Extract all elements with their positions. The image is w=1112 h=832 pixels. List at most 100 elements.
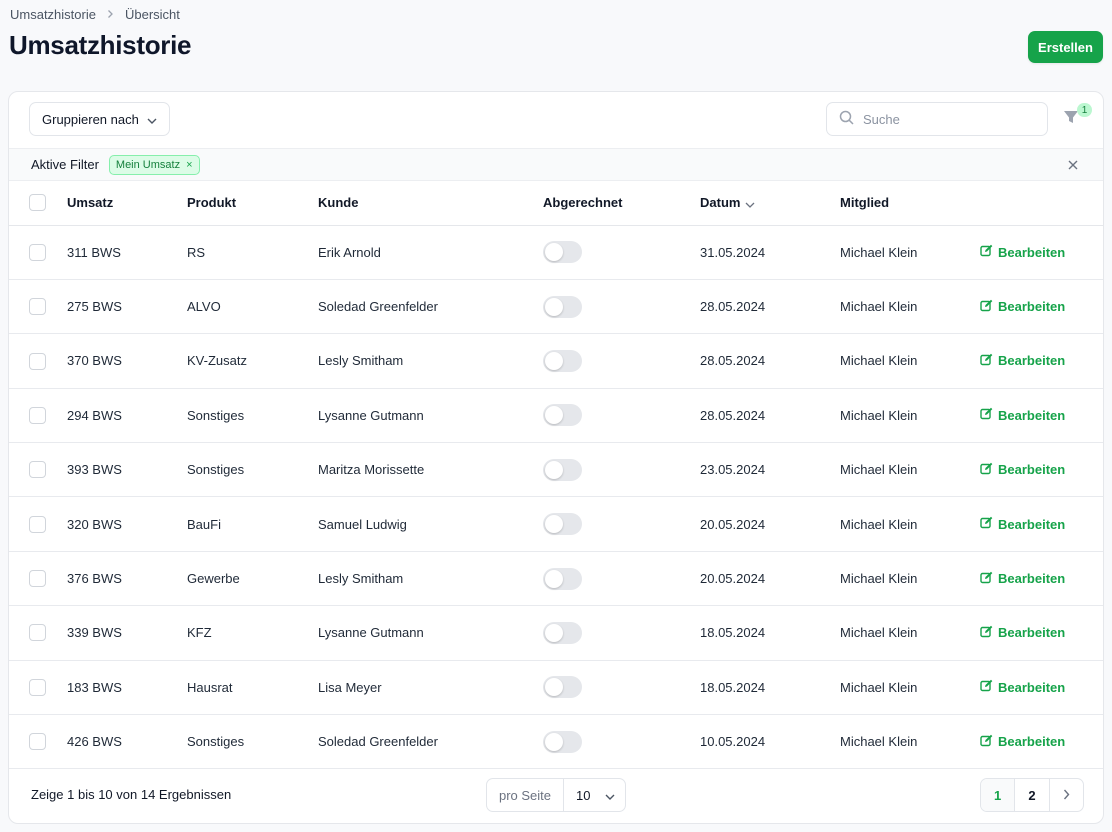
row-select-cell [9, 606, 67, 660]
cell-kunde: Lesly Smitham [318, 353, 404, 369]
cell-mitglied: Michael Klein [840, 679, 918, 695]
edit-button[interactable]: Bearbeiten [980, 734, 1065, 750]
breadcrumb-link-umsatzhistorie[interactable]: Umsatzhistorie [10, 7, 96, 22]
remove-filter-icon[interactable]: × [186, 159, 192, 171]
cell-umsatz: 370 BWS [67, 353, 122, 369]
row-checkbox[interactable] [29, 733, 46, 751]
edit-label: Bearbeiten [998, 516, 1066, 532]
abgerechnet-toggle[interactable] [543, 404, 582, 427]
group-by-button[interactable]: Gruppieren nach [29, 102, 170, 136]
cell-mitglied: Michael Klein [840, 734, 918, 750]
filter-button[interactable]: 1 [1062, 103, 1092, 134]
header-abgerechnet[interactable]: Abgerechnet [543, 181, 700, 225]
abgerechnet-toggle[interactable] [543, 241, 582, 264]
row-checkbox[interactable] [29, 461, 46, 479]
edit-button[interactable]: Bearbeiten [980, 516, 1065, 532]
abgerechnet-toggle[interactable] [543, 621, 582, 644]
edit-button[interactable]: Bearbeiten [980, 407, 1065, 423]
cell-abgerechnet [543, 225, 700, 279]
cell-produkt: KV-Zusatz [187, 353, 247, 369]
row-checkbox[interactable] [29, 570, 46, 588]
cell-datum: 18.05.2024 [700, 625, 766, 641]
cell-umsatz: 426 BWS [67, 734, 122, 750]
edit-icon [980, 353, 993, 369]
cell-umsatz: 294 BWS [67, 407, 122, 423]
edit-button[interactable]: Bearbeiten [980, 462, 1065, 478]
abgerechnet-toggle[interactable] [543, 295, 582, 318]
abgerechnet-toggle[interactable] [543, 349, 582, 372]
cell-actions: Bearbeiten [980, 225, 1103, 279]
row-checkbox[interactable] [29, 352, 46, 370]
cell-abgerechnet [543, 551, 700, 605]
edit-button[interactable]: Bearbeiten [980, 244, 1065, 260]
cell-kunde: Maritza Morissette [318, 462, 425, 478]
cell-datum: 31.05.2024 [700, 244, 766, 260]
abgerechnet-toggle[interactable] [543, 513, 582, 536]
abgerechnet-toggle[interactable] [543, 730, 582, 753]
edit-label: Bearbeiten [998, 353, 1066, 369]
header-produkt[interactable]: Produkt [187, 181, 318, 225]
edit-button[interactable]: Bearbeiten [980, 353, 1065, 369]
cell-actions: Bearbeiten [980, 660, 1103, 714]
header-umsatz[interactable]: Umsatz [67, 181, 187, 225]
toggle-knob [545, 678, 563, 697]
row-select-cell [9, 443, 67, 497]
row-checkbox[interactable] [29, 406, 46, 424]
header-kunde[interactable]: Kunde [318, 181, 543, 225]
abgerechnet-toggle[interactable] [543, 567, 582, 590]
row-select-cell [9, 279, 67, 333]
cell-produkt: KFZ [187, 625, 212, 641]
cell-actions: Bearbeiten [980, 715, 1103, 769]
toggle-knob [545, 243, 563, 262]
cell-actions: Bearbeiten [980, 606, 1103, 660]
cell-produkt: BauFi [187, 516, 221, 532]
cell-mitglied: Michael Klein [840, 299, 918, 315]
page-1-button[interactable]: 1 [981, 779, 1016, 811]
row-checkbox[interactable] [29, 678, 46, 696]
header-mitglied[interactable]: Mitglied [840, 181, 980, 225]
page-2-button[interactable]: 2 [1015, 779, 1050, 811]
toggle-knob [545, 351, 563, 370]
edit-icon [980, 625, 993, 641]
cell-kunde: Soledad Greenfelder [318, 734, 438, 750]
row-select-cell [9, 388, 67, 442]
per-page-control: pro Seite 10 [486, 778, 626, 812]
cell-actions: Bearbeiten [980, 388, 1103, 442]
abgerechnet-toggle[interactable] [543, 676, 582, 699]
edit-icon [980, 299, 993, 315]
abgerechnet-toggle[interactable] [543, 458, 582, 481]
header-datum[interactable]: Datum [700, 181, 840, 225]
edit-button[interactable]: Bearbeiten [980, 625, 1065, 641]
edit-button[interactable]: Bearbeiten [980, 571, 1065, 587]
row-checkbox[interactable] [29, 624, 46, 642]
cell-umsatz: 183 BWS [67, 679, 122, 695]
clear-filters-icon[interactable] [1065, 157, 1081, 173]
toggle-knob [545, 623, 563, 642]
cell-mitglied: Michael Klein [840, 625, 918, 641]
per-page-select[interactable]: 10 [564, 779, 625, 811]
row-select-cell [9, 497, 67, 551]
search-input[interactable] [863, 111, 1033, 127]
results-summary: Zeige 1 bis 10 von 14 Ergebnissen [31, 787, 232, 802]
edit-label: Bearbeiten [998, 734, 1066, 750]
cell-mitglied: Michael Klein [840, 353, 918, 369]
create-button[interactable]: Erstellen [1028, 31, 1103, 63]
row-checkbox[interactable] [29, 515, 46, 533]
edit-button[interactable]: Bearbeiten [980, 299, 1065, 315]
row-checkbox[interactable] [29, 298, 46, 316]
edit-button[interactable]: Bearbeiten [980, 679, 1065, 695]
toggle-knob [545, 569, 563, 588]
cell-datum: 28.05.2024 [700, 353, 766, 369]
select-all-checkbox[interactable] [29, 194, 46, 212]
search-icon [839, 110, 854, 128]
cell-umsatz: 311 BWS [67, 244, 121, 260]
cell-produkt: Sonstiges [187, 407, 245, 423]
table-header-row: Umsatz Produkt Kunde Abgerechnet Datum M… [9, 181, 1103, 225]
pagination: 1 2 [980, 778, 1084, 812]
edit-icon [980, 571, 993, 587]
active-filters-label: Aktive Filter [31, 157, 99, 172]
table-row: 393 BWS Sonstiges Maritza Morissette 23.05.… [9, 443, 1103, 497]
row-checkbox[interactable] [29, 243, 46, 261]
table-row: 275 BWS ALVO Soledad Greenfelder 28.05.2024… [9, 279, 1103, 334]
next-page-button[interactable] [1050, 779, 1083, 811]
